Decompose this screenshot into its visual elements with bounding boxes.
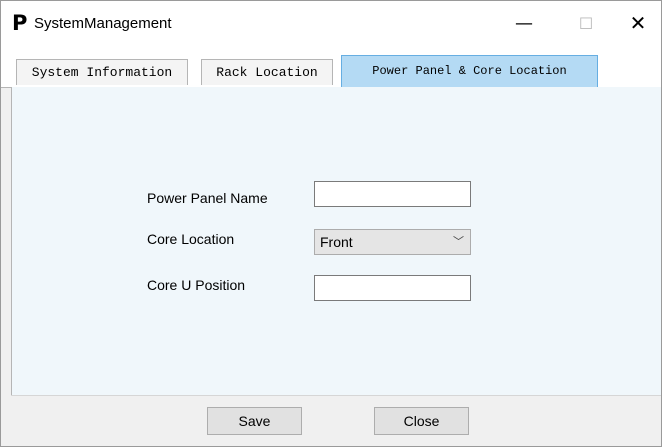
button-bar: Save Close xyxy=(11,395,661,446)
core-location-select[interactable]: Front ﹀ xyxy=(314,229,471,255)
core-location-selected-value: Front xyxy=(320,234,353,250)
tab-strip: System Information Rack Location Power P… xyxy=(1,45,661,88)
power-panel-name-label: Power Panel Name xyxy=(147,190,268,206)
close-window-button[interactable]: ✕ xyxy=(615,1,661,45)
power-panel-name-input[interactable] xyxy=(314,181,471,207)
minimize-button[interactable]: — xyxy=(501,1,547,45)
save-button[interactable]: Save xyxy=(207,407,302,435)
chevron-down-icon: ﹀ xyxy=(453,235,464,248)
maximize-button[interactable]: ☐ xyxy=(563,1,609,45)
app-logo-icon: P xyxy=(12,11,28,35)
window-title: SystemManagement xyxy=(34,15,172,32)
core-location-label: Core Location xyxy=(147,231,235,247)
tab-content-panel: Power Panel Name Core Location Front ﹀ C… xyxy=(11,87,661,395)
tab-system-information[interactable]: System Information xyxy=(16,59,188,85)
tab-power-panel-core-location[interactable]: Power Panel & Core Location xyxy=(341,55,598,87)
title-bar[interactable]: P SystemManagement — ☐ ✕ xyxy=(1,1,661,45)
core-u-position-input[interactable] xyxy=(314,275,471,301)
tab-rack-location[interactable]: Rack Location xyxy=(201,59,333,85)
app-window: P SystemManagement — ☐ ✕ System Informat… xyxy=(0,0,662,447)
close-button[interactable]: Close xyxy=(374,407,469,435)
core-u-position-label: Core U Position xyxy=(147,277,246,293)
